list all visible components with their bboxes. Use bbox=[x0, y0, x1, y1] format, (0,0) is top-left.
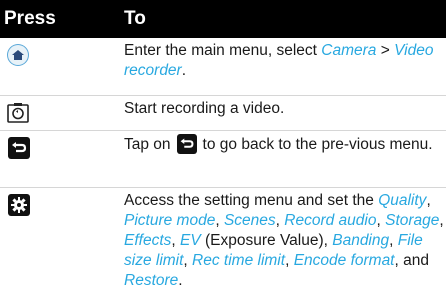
press-to-table: Press To Enter the main menu, select Cam… bbox=[0, 0, 446, 308]
link-banding[interactable]: Banding bbox=[332, 232, 389, 249]
link-scenes[interactable]: Scenes bbox=[224, 212, 276, 229]
table-header: Press To bbox=[0, 0, 446, 38]
link-record-audio[interactable]: Record audio bbox=[284, 212, 376, 229]
settings-description: Access the setting menu and set the Qual… bbox=[124, 192, 444, 289]
camera-switch-icon bbox=[7, 103, 29, 123]
header-to: To bbox=[124, 8, 146, 29]
link-quality[interactable]: Quality bbox=[378, 192, 426, 209]
home-description: Enter the main menu, select Camera > Vid… bbox=[124, 42, 434, 79]
gear-icon bbox=[8, 194, 30, 216]
back-arrow-icon bbox=[8, 137, 30, 159]
link-picture-mode[interactable]: Picture mode bbox=[124, 212, 215, 229]
table-row-settings: Access the setting menu and set the Qual… bbox=[0, 188, 446, 308]
link-rec-time-limit[interactable]: Rec time limit bbox=[192, 252, 285, 269]
table-row-record: Start recording a video. bbox=[0, 96, 446, 131]
link-encode-format[interactable]: Encode format bbox=[294, 252, 395, 269]
link-storage[interactable]: Storage bbox=[385, 212, 439, 229]
back-description: Tap on to go back to the pre-vious menu. bbox=[124, 134, 433, 154]
table-row-back: Tap on to go back to the pre-vious menu. bbox=[0, 131, 446, 188]
back-arrow-icon-inline bbox=[176, 134, 197, 154]
link-camera[interactable]: Camera bbox=[321, 42, 376, 59]
home-icon bbox=[7, 44, 29, 66]
link-ev[interactable]: EV bbox=[180, 232, 201, 249]
link-restore[interactable]: Restore bbox=[124, 272, 178, 289]
table-row-home: Enter the main menu, select Camera > Vid… bbox=[0, 38, 446, 96]
link-effects[interactable]: Effects bbox=[124, 232, 171, 249]
record-description: Start recording a video. bbox=[124, 100, 285, 117]
header-press: Press bbox=[4, 8, 56, 29]
